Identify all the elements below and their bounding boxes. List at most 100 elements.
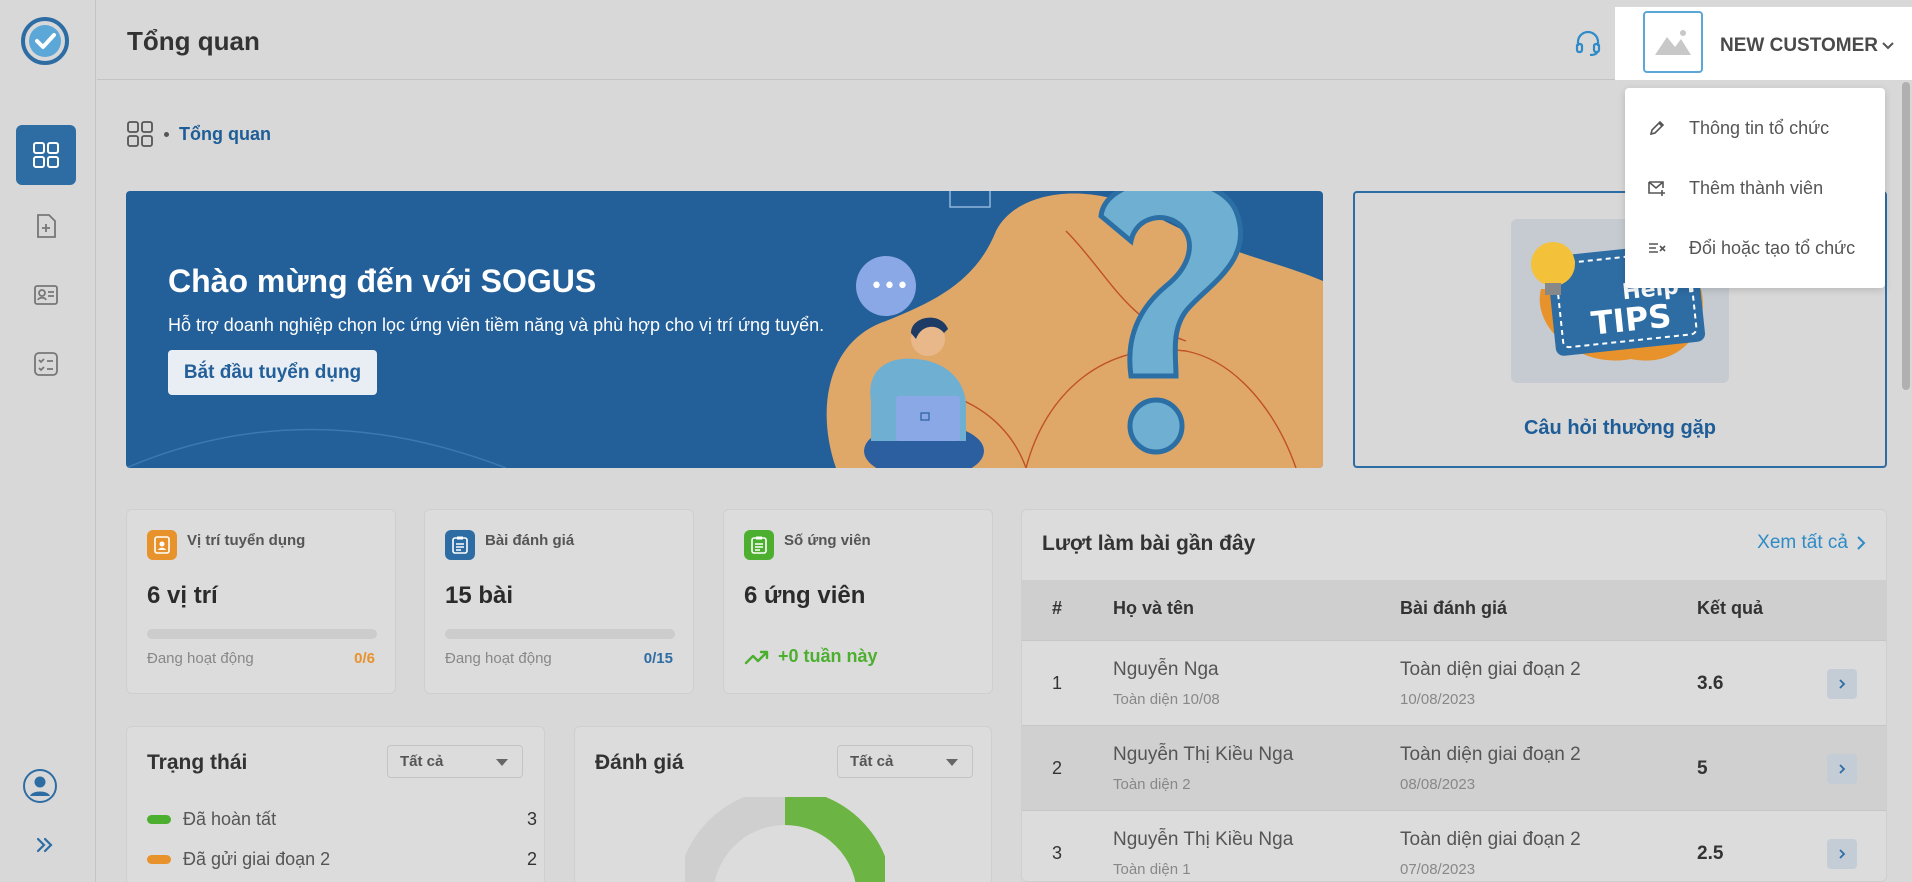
stat-progress-bar	[147, 629, 377, 639]
faq-label[interactable]: Câu hỏi thường gặp	[1355, 417, 1885, 440]
clipboard-icon	[445, 530, 475, 560]
stat-ratio: 0/15	[643, 650, 673, 667]
candidate-sub: Toàn diện 10/08	[1113, 691, 1220, 708]
row-open-button[interactable]	[1827, 754, 1857, 784]
table-header: # Họ và tên Bài đánh giá Kết quả	[1022, 580, 1886, 640]
rating-panel: Đánh giá Tất cả	[574, 726, 992, 882]
svg-text:•••: •••	[870, 274, 909, 299]
welcome-banner: ••• Chào mừng đến với SOGUS Hỗ trợ doanh…	[126, 191, 1323, 468]
column-header: Kết quả	[1697, 598, 1764, 618]
stat-footer: Đang hoạt động	[445, 650, 552, 667]
stat-value: 15 bài	[445, 582, 514, 609]
user-circle-icon	[23, 769, 57, 803]
legend-label: Đã hoàn tất	[183, 809, 277, 829]
legend-count: 3	[526, 809, 537, 829]
menu-item-add-member[interactable]: Thêm thành viên	[1625, 158, 1885, 218]
banner-subtitle: Hỗ trợ doanh nghiệp chọn lọc ứng viên ti…	[168, 315, 825, 335]
stat-label: Vị trí tuyển dụng	[187, 532, 306, 549]
grid-icon	[127, 121, 153, 147]
chevron-right-icon	[1839, 679, 1846, 689]
table-row[interactable]: 3 Nguyễn Thị Kiều Nga Toàn diện 1 Toàn d…	[1022, 810, 1886, 881]
trending-up-icon	[744, 650, 769, 664]
legend-count: 2	[526, 849, 537, 869]
checklist-icon	[34, 352, 58, 376]
headset-icon	[1575, 30, 1601, 57]
breadcrumb-separator	[164, 131, 169, 137]
person-badge-icon	[147, 530, 177, 560]
nav-dashboard[interactable]	[16, 125, 76, 185]
table-row[interactable]: 2 Nguyễn Thị Kiều Nga Toàn diện 2 Toàn d…	[1022, 725, 1886, 810]
stat-card-tests[interactable]: Bài đánh giá 15 bài Đang hoạt động 0/15	[424, 509, 694, 694]
see-all-label: Xem tất cả	[1757, 532, 1848, 553]
chevron-down-icon	[1881, 38, 1895, 56]
rating-donut-chart	[685, 797, 885, 882]
user-menu-trigger[interactable]: NEW CUSTOMER	[1615, 7, 1912, 80]
nav-candidates[interactable]	[16, 265, 76, 325]
stat-progress-bar	[445, 629, 675, 639]
stat-value: 6 ứng viên	[744, 582, 866, 609]
user-dropdown-menu: Thông tin tổ chức Thêm thành viên Đổi ho…	[1625, 88, 1885, 288]
column-header: Bài đánh giá	[1400, 598, 1508, 618]
row-open-button[interactable]	[1827, 839, 1857, 869]
caret-down-icon	[946, 759, 958, 766]
test-date: 10/08/2023	[1400, 691, 1476, 708]
double-chevron-right-icon	[36, 837, 53, 853]
stat-value: 6 vị trí	[147, 582, 218, 609]
stat-ratio: 0/6	[354, 650, 375, 667]
menu-item-org-info[interactable]: Thông tin tổ chức	[1625, 98, 1885, 158]
status-filter-select[interactable]: Tất cả	[387, 745, 523, 778]
file-add-icon	[37, 214, 56, 238]
menu-item-label: Thông tin tổ chức	[1689, 117, 1830, 138]
menu-item-switch-org[interactable]: Đổi hoặc tạo tổ chức	[1625, 218, 1885, 278]
stat-card-candidates[interactable]: Số ứng viên 6 ứng viên +0 tuần này	[723, 509, 993, 694]
legend-swatch	[147, 855, 171, 864]
page-title: Tổng quan	[127, 26, 260, 56]
candidate-sub: Toàn diện 2	[1113, 776, 1191, 793]
stat-trend-text: +0 tuần này	[778, 646, 878, 666]
row-open-button[interactable]	[1827, 669, 1857, 699]
page-scrollbar[interactable]	[1902, 82, 1910, 390]
expand-sidebar-button[interactable]	[35, 836, 55, 859]
pencil-icon	[1647, 118, 1667, 138]
banner-title: Chào mừng đến với SOGUS	[168, 263, 597, 299]
stat-card-positions[interactable]: Vị trí tuyển dụng 6 vị trí Đang hoạt độn…	[126, 509, 396, 694]
breadcrumb-current[interactable]: Tổng quan	[179, 124, 271, 145]
row-index: 3	[1052, 843, 1063, 863]
row-index: 2	[1052, 758, 1063, 778]
profile-button[interactable]	[22, 768, 58, 809]
candidate-sub: Toàn diện 1	[1113, 861, 1191, 878]
sidebar	[0, 0, 96, 882]
grid-icon	[33, 142, 59, 168]
candidate-name: Nguyễn Nga	[1113, 659, 1219, 680]
chevron-right-icon	[1839, 849, 1846, 859]
chevron-right-icon	[1857, 536, 1866, 550]
score: 2.5	[1697, 843, 1724, 864]
start-recruiting-button[interactable]: Bắt đầu tuyển dụng	[168, 350, 377, 395]
breadcrumb: Tổng quan	[126, 120, 271, 148]
status-panel: Trạng thái Tất cả Đã hoàn tất 3 Đã gửi g…	[126, 726, 545, 882]
table-row[interactable]: 1 Nguyễn Nga Toàn diện 10/08 Toàn diện g…	[1022, 640, 1886, 725]
score: 5	[1697, 758, 1708, 779]
nav-tests[interactable]	[16, 196, 76, 256]
stat-footer: Đang hoạt động	[147, 650, 254, 667]
column-header: Họ và tên	[1113, 598, 1195, 618]
select-value: Tất cả	[400, 753, 444, 770]
stat-label: Số ứng viên	[784, 532, 871, 549]
stat-label: Bài đánh giá	[485, 532, 575, 549]
test-name: Toàn diện giai đoạn 2	[1400, 659, 1581, 680]
status-legend-item: Đã gửi giai đoạn 2 2	[147, 849, 537, 870]
nav-checklist[interactable]	[16, 334, 76, 394]
stat-trend: +0 tuần này	[744, 646, 878, 667]
row-index: 1	[1052, 673, 1063, 693]
rating-filter-select[interactable]: Tất cả	[837, 745, 973, 778]
menu-item-label: Thêm thành viên	[1689, 177, 1824, 198]
test-name: Toàn diện giai đoạn 2	[1400, 829, 1581, 850]
candidate-name: Nguyễn Thị Kiều Nga	[1113, 829, 1294, 850]
see-all-link[interactable]: Xem tất cả	[1757, 532, 1866, 554]
support-button[interactable]	[1574, 30, 1602, 61]
app-logo[interactable]	[18, 14, 72, 68]
id-card-icon	[34, 285, 58, 305]
score: 3.6	[1697, 673, 1724, 694]
column-header: #	[1052, 598, 1063, 618]
status-legend-item: Đã hoàn tất 3	[147, 809, 537, 830]
